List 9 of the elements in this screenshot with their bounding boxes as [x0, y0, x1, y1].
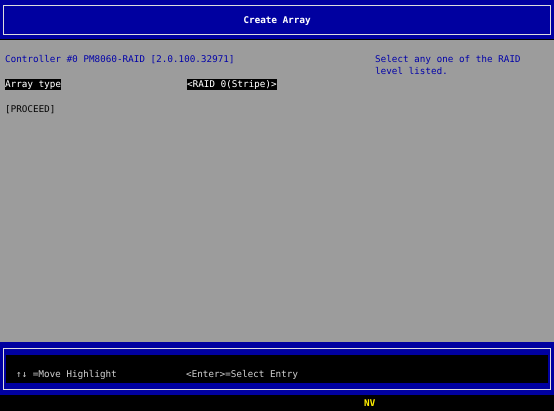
- help-text: Select any one of the RAID level listed.: [375, 54, 522, 79]
- window-title: Create Array: [243, 14, 311, 26]
- field-value[interactable]: <RAID 0(Stripe)>: [187, 79, 277, 90]
- proceed-option[interactable]: [PROCEED]: [5, 104, 56, 115]
- status-indicator: NV: [364, 398, 376, 408]
- controller-label: Controller #0 PM8060-RAID [2.0.100.32971]: [5, 54, 236, 65]
- key-hint: ↑↓ =Move Highlight: [16, 369, 118, 380]
- field-label[interactable]: Array type: [5, 79, 61, 90]
- key-hint: <Enter>=Select Entry: [186, 369, 298, 380]
